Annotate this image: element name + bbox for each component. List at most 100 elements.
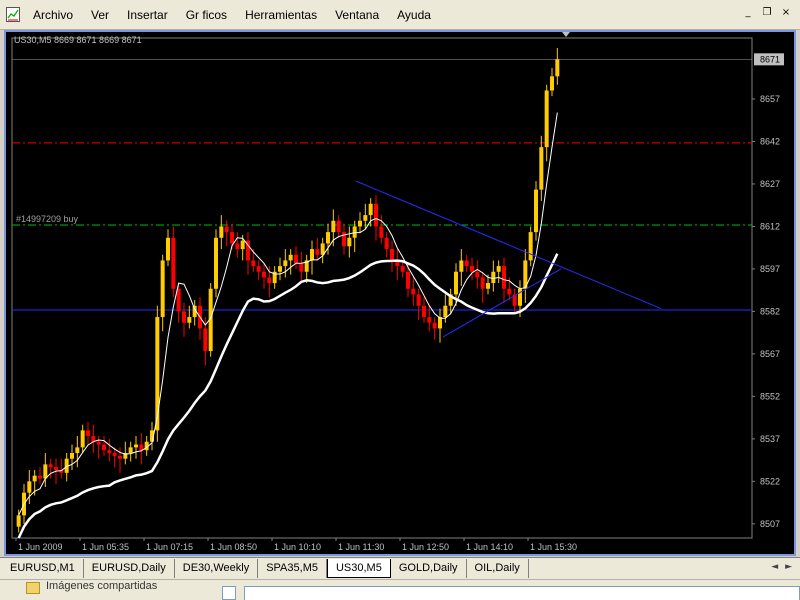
candle-body [299, 263, 304, 272]
time-tick-label: 1 Jun 15:30 [530, 542, 577, 552]
time-tick-label: 1 Jun 11:30 [338, 542, 384, 552]
candle-body [256, 266, 261, 272]
candle-body [75, 447, 80, 454]
candle-body [166, 237, 170, 261]
candle-body [134, 444, 138, 448]
close-button[interactable]: × [778, 6, 794, 20]
candle-body [502, 266, 506, 289]
candle-body [555, 59, 560, 77]
candle-body [400, 266, 405, 272]
shared-images-label[interactable]: Imágenes compartidas [46, 580, 157, 592]
candle-body [96, 441, 101, 445]
candle-body [379, 226, 384, 238]
candle-body [368, 203, 373, 216]
candle-body [363, 215, 368, 221]
candle-body [310, 249, 314, 261]
time-tick-label: 1 Jun 2009 [18, 542, 63, 552]
candle-body [427, 317, 432, 323]
candle-body [459, 260, 464, 272]
tab-de30-weekly[interactable]: DE30,Weekly [174, 559, 259, 578]
candle-body [406, 271, 410, 289]
candle-body [107, 450, 112, 454]
candle-body [331, 220, 336, 233]
candle-body [54, 467, 58, 471]
candle-body [262, 271, 266, 278]
candle-body [267, 277, 272, 284]
price-chart[interactable]: #14997209 buy 8657 8642 8627 8612 8597 8582 856… [6, 32, 794, 554]
tab-eurusd-daily[interactable]: EURUSD,Daily [83, 559, 175, 578]
candle-body [528, 232, 533, 261]
tab-us30-m5[interactable]: US30,M5 [326, 559, 391, 578]
menu-graficos[interactable]: Gr ficos [177, 8, 236, 22]
candle-body [16, 515, 21, 527]
time-tick-label: 1 Jun 08:50 [210, 542, 257, 552]
candle-body [374, 203, 378, 227]
candle-body [118, 455, 122, 459]
candle-body [454, 271, 458, 295]
tab-eurusd-m1[interactable]: EURUSD,M1 [2, 559, 84, 578]
chart-document-icon[interactable] [6, 7, 20, 22]
price-tick-label: 8597 [760, 264, 780, 274]
candle-body [112, 453, 117, 456]
chart-window[interactable]: #14997209 buy 8657 8642 8627 8612 8597 8582 856… [4, 30, 796, 556]
candle-body [203, 328, 208, 352]
tab-spa35-m5[interactable]: SPA35,M5 [258, 559, 327, 578]
chart-tab-bar: EURUSD,M1 EURUSD,Daily DE30,Weekly SPA35… [0, 557, 800, 579]
candle-body [486, 283, 490, 289]
current-price-label: 8671 [760, 54, 780, 64]
tab-gold-daily[interactable]: GOLD,Daily [390, 559, 467, 578]
minimize-button[interactable]: _ [740, 6, 756, 20]
candle-body [230, 232, 234, 244]
bottom-text-field[interactable] [244, 586, 800, 600]
candle-body [48, 464, 53, 468]
menu-archivo[interactable]: Archivo [24, 8, 82, 22]
candle-body [80, 430, 85, 448]
time-tick-label: 1 Jun 14:10 [466, 542, 513, 552]
candle-body [187, 317, 192, 323]
app-window: Archivo Ver Insertar Gr ficos Herramient… [0, 0, 800, 600]
price-tick-label: 8552 [760, 391, 780, 401]
menu-ver[interactable]: Ver [82, 8, 118, 22]
tab-scroll-arrows[interactable]: ◄ ► [771, 562, 794, 572]
menu-insertar[interactable]: Insertar [118, 8, 177, 22]
menu-ayuda[interactable]: Ayuda [388, 8, 440, 22]
tab-oil-daily[interactable]: OIL,Daily [466, 559, 529, 578]
candle-body [347, 237, 352, 247]
candle-body [160, 260, 165, 318]
candle-body [544, 90, 549, 148]
time-tick-label: 1 Jun 07:15 [146, 542, 193, 552]
candle-body [475, 271, 480, 278]
candle-body [416, 294, 421, 306]
candle-body [288, 254, 293, 261]
menu-herramientas[interactable]: Herramientas [236, 8, 326, 22]
menu-ventana[interactable]: Ventana [326, 8, 388, 22]
candle-body [38, 475, 42, 479]
candle-body [443, 305, 448, 318]
candle-body [278, 266, 282, 272]
bottom-checkbox[interactable] [222, 586, 236, 600]
candle-body [128, 447, 133, 454]
price-tick-label: 8582 [760, 306, 780, 316]
candle-body [283, 260, 288, 267]
candle-body [251, 260, 256, 267]
candle-body [480, 277, 485, 289]
price-tick-label: 8567 [760, 349, 780, 359]
candle-body [390, 249, 394, 261]
price-tick-label: 8627 [760, 179, 780, 189]
price-tick-label: 8642 [760, 136, 780, 146]
price-tick-label: 8537 [760, 434, 780, 444]
candle-body [43, 464, 48, 479]
price-tick-label: 8612 [760, 221, 780, 231]
candle-body [294, 254, 298, 264]
chart-title: US30,M5 8669 8671 8669 8671 [14, 35, 142, 45]
time-tick-label: 1 Jun 05:35 [82, 542, 129, 552]
candle-body [70, 453, 74, 459]
candle-body [315, 249, 320, 255]
candle-body [27, 481, 32, 493]
candle-body [534, 189, 538, 233]
candle-body [224, 226, 229, 233]
candle-body [464, 260, 469, 267]
candle-body [102, 444, 106, 451]
price-tick-label: 8657 [760, 94, 780, 104]
restore-button[interactable]: ❐ [759, 6, 775, 20]
